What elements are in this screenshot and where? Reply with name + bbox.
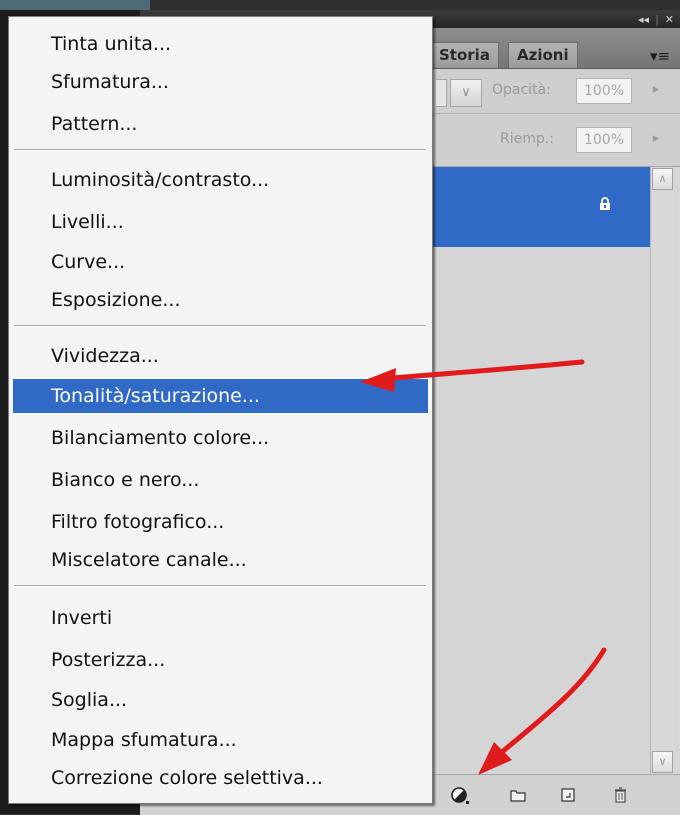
fill-slider-arrow-icon[interactable]: ▸ [646,127,666,151]
fill-field[interactable]: 100% [576,127,632,153]
menu-item-bianco-e-nero[interactable]: Bianco e nero... [13,463,428,497]
menu-item-curve[interactable]: Curve... [13,245,428,279]
new-adjustment-layer-menu: Tinta unita... Sfumatura... Pattern... L… [8,16,433,804]
menu-item-tinta-unita[interactable]: Tinta unita... [13,27,428,61]
menu-item-mappa-sfumatura[interactable]: Mappa sfumatura... [13,723,428,757]
menu-item-posterizza[interactable]: Posterizza... [13,643,428,677]
menu-item-livelli[interactable]: Livelli... [13,205,428,239]
chevron-down-icon[interactable]: ∨ [450,79,482,107]
menu-item-inverti[interactable]: Inverti [13,601,428,635]
new-layer-icon[interactable] [558,785,578,805]
folder-icon[interactable] [508,785,528,805]
menu-item-soglia[interactable]: Soglia... [13,683,428,717]
menu-item-bilanciamento-colore[interactable]: Bilanciamento colore... [13,421,428,455]
scroll-up-icon[interactable]: ∧ [652,168,673,190]
lock-icon [600,197,610,210]
blend-mode-select[interactable] [436,79,447,107]
scroll-down-icon[interactable]: ∨ [652,751,673,773]
window-controls: ◂◂ | ✕ [638,11,674,27]
menu-item-sfumatura[interactable]: Sfumatura... [13,65,428,99]
menu-separator [14,585,426,587]
opacity-field[interactable]: 100% [576,78,632,104]
fill-label: Riemp.: [500,131,554,147]
menu-item-esposizione[interactable]: Esposizione... [13,283,428,317]
menu-item-vividezza[interactable]: Vividezza... [13,339,428,373]
panel-menu-icon[interactable]: ▾≡ [648,46,672,66]
layers-scrollbar[interactable]: ∧ ∨ [650,167,673,774]
adjustment-layer-icon[interactable] [450,785,470,805]
trash-icon[interactable] [610,785,630,805]
opacity-label: Opacità: [492,82,551,98]
tab-storia[interactable]: Storia [430,42,499,68]
opacity-slider-arrow-icon[interactable]: ▸ [646,78,666,102]
tab-azioni[interactable]: Azioni [508,42,578,68]
separator: | [655,12,659,26]
collapse-icon[interactable]: ◂◂ [638,13,649,26]
menu-item-miscelatore-canale[interactable]: Miscelatore canale... [13,543,428,577]
menu-item-pattern[interactable]: Pattern... [13,107,428,141]
menu-item-luminosita-contrasto[interactable]: Luminosità/contrasto... [13,163,428,197]
close-icon[interactable]: ✕ [665,13,674,26]
menu-separator [14,325,426,327]
menu-item-tonalita-saturazione[interactable]: Tonalità/saturazione... [13,379,428,413]
menu-item-correzione-colore-selettiva[interactable]: Correzione colore selettiva... [13,761,428,795]
menu-item-filtro-fotografico[interactable]: Filtro fotografico... [13,505,428,539]
menu-separator [14,149,426,151]
